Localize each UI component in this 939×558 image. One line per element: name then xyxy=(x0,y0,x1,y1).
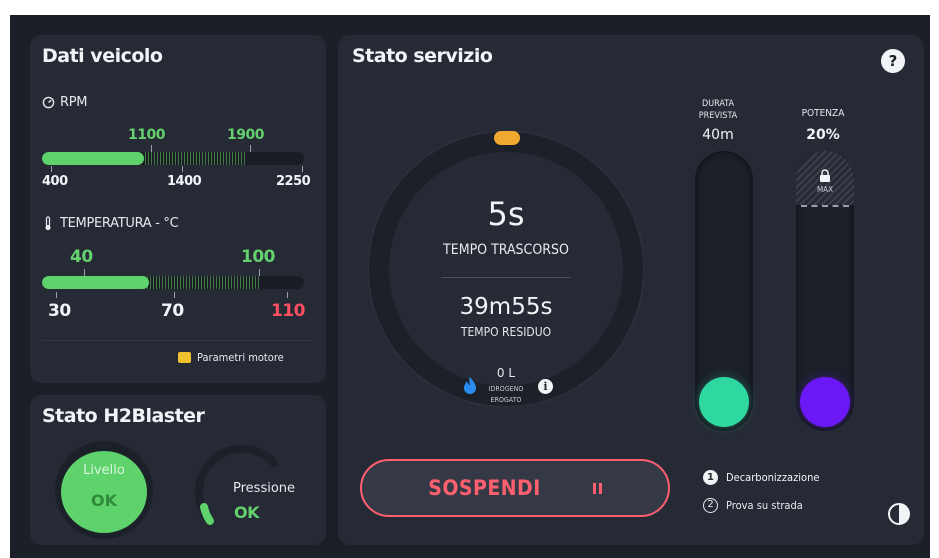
elapsed-label: TEMPO TRASCORSO xyxy=(443,242,569,258)
flame-icon xyxy=(464,377,476,394)
duration-label-line2: PREVISTA xyxy=(698,111,738,121)
lock-icon xyxy=(820,169,830,182)
service-panel-title: Stato servizio xyxy=(352,45,493,67)
temperature-bar xyxy=(42,276,304,289)
elapsed-time: 5s xyxy=(487,195,525,233)
help-icon: ? xyxy=(888,52,898,70)
step-1: 1 Decarbonizzazione xyxy=(703,470,819,485)
step-1-number: 1 xyxy=(703,470,718,485)
temperature-range-high: 100 xyxy=(241,247,276,267)
gauge-icon xyxy=(42,96,55,109)
level-value: OK xyxy=(91,491,117,510)
engine-icon xyxy=(178,352,191,363)
divider xyxy=(42,340,314,341)
temperature-scale-max: 110 xyxy=(271,301,306,321)
rpm-bar-fill xyxy=(42,152,145,165)
app-screen: Dati veicolo RPM 1100 1900 400 1400 2250… xyxy=(10,15,930,558)
engine-params-label: Parametri motore xyxy=(197,351,284,364)
power-slider-knob[interactable] xyxy=(800,377,850,427)
duration-slider[interactable] xyxy=(695,151,753,431)
service-status-panel: Stato servizio ? 5s TEMPO TRASCORSO 39m5… xyxy=(338,35,924,545)
rpm-range-high: 1900 xyxy=(227,127,264,143)
pressure-value: OK xyxy=(234,503,260,522)
temperature-label: TEMPERATURA - °C xyxy=(60,216,179,231)
vehicle-panel-title: Dati veicolo xyxy=(42,45,163,67)
h2blaster-panel-title: Stato H2Blaster xyxy=(42,405,205,427)
rpm-mid-tick xyxy=(182,166,183,172)
thermometer-icon xyxy=(45,216,51,231)
pressure-label: Pressione xyxy=(233,481,296,496)
temperature-mid-tick xyxy=(174,292,175,298)
temperature-range-low: 40 xyxy=(70,247,93,267)
info-icon[interactable]: i xyxy=(538,379,553,394)
pause-icon xyxy=(592,482,602,494)
rpm-min-tick xyxy=(51,166,52,172)
contrast-toggle-icon[interactable] xyxy=(888,503,910,525)
power-max-label: MAX xyxy=(816,185,834,194)
temperature-scale-min: 30 xyxy=(48,301,71,321)
level-indicator: Livello OK xyxy=(55,441,153,539)
step-1-label: Decarbonizzazione xyxy=(726,471,820,484)
suspend-button[interactable]: SOSPENDI xyxy=(360,459,670,517)
remaining-label: TEMPO RESIDUO xyxy=(460,325,552,339)
duration-label-line1: DURATA xyxy=(701,99,735,109)
rpm-range-low: 1100 xyxy=(128,127,165,143)
timer-progress-marker xyxy=(494,131,520,145)
engine-params-link[interactable]: Parametri motore xyxy=(178,351,284,364)
rpm-optimal-range xyxy=(145,152,247,165)
suspend-button-label: SOSPENDI xyxy=(428,476,541,500)
duration-value: 40m xyxy=(702,127,734,143)
temperature-max-tick xyxy=(287,292,288,298)
rpm-bar xyxy=(42,152,304,165)
rpm-scale-min: 400 xyxy=(42,174,68,189)
step-2-label: Prova su strada xyxy=(726,499,803,512)
vehicle-data-panel: Dati veicolo RPM 1100 1900 400 1400 2250… xyxy=(30,35,326,383)
rpm-scale-mid: 1400 xyxy=(167,174,202,189)
remaining-time: 39m55s xyxy=(459,294,553,320)
step-2: 2 Prova su strada xyxy=(703,498,803,513)
timer-divider xyxy=(441,277,571,278)
duration-slider-knob[interactable] xyxy=(699,377,749,427)
h2blaster-panel: Stato H2Blaster Livello OK Pressione OK xyxy=(30,395,326,545)
power-max-line xyxy=(801,205,849,207)
rpm-label: RPM xyxy=(60,95,88,110)
temperature-scale-mid: 70 xyxy=(161,301,184,321)
hydrogen-label-line2: EROGATO xyxy=(490,396,522,404)
help-button[interactable]: ? xyxy=(881,49,905,73)
rpm-max-tick xyxy=(302,166,303,172)
temperature-bar-fill xyxy=(42,276,150,289)
hydrogen-label-line1: IDROGENO xyxy=(488,385,524,393)
step-2-number: 2 xyxy=(703,498,718,513)
hydrogen-value: 0 L xyxy=(496,366,516,380)
power-label: POTENZA xyxy=(801,108,845,119)
power-slider[interactable]: MAX xyxy=(796,151,854,431)
power-value: 20% xyxy=(806,127,840,143)
temperature-min-tick xyxy=(56,292,57,298)
rpm-scale-max: 2250 xyxy=(276,174,311,189)
level-label: Livello xyxy=(83,463,125,478)
